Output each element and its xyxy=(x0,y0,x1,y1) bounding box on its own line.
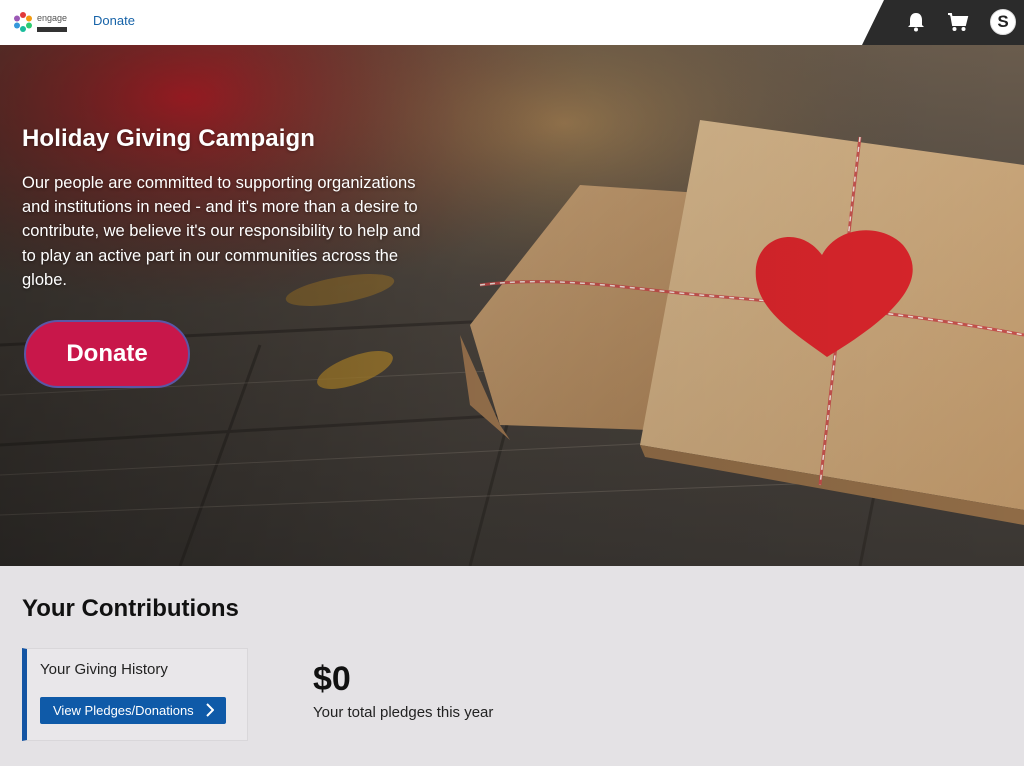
user-avatar[interactable]: S xyxy=(990,9,1016,35)
nav-donate-link[interactable]: Donate xyxy=(93,13,135,28)
hero-banner: Holiday Giving Campaign Our people are c… xyxy=(0,45,1024,566)
top-bar: engage Donate S xyxy=(0,0,1024,45)
bell-icon[interactable] xyxy=(904,10,928,34)
svg-text:engage: engage xyxy=(37,13,67,23)
chevron-right-icon xyxy=(206,703,214,717)
view-pledges-button[interactable]: View Pledges/Donations xyxy=(40,697,226,724)
hero-text-block: Holiday Giving Campaign Our people are c… xyxy=(22,125,422,292)
total-pledges-amount: $0 xyxy=(313,660,351,698)
total-pledges-label: Your total pledges this year xyxy=(313,704,494,721)
contributions-title: Your Contributions xyxy=(22,595,239,622)
giving-history-label: Your Giving History xyxy=(40,661,168,678)
hero-description: Our people are committed to supporting o… xyxy=(22,174,421,289)
giving-history-card: Your Giving History View Pledges/Donatio… xyxy=(22,648,248,741)
brand-logo[interactable]: engage xyxy=(12,7,72,37)
contributions-section: Your Contributions Your Giving History V… xyxy=(0,566,1024,766)
header-actions: S xyxy=(862,0,1024,45)
view-pledges-button-label: View Pledges/Donations xyxy=(53,703,194,718)
hero-background-image xyxy=(0,45,1024,566)
hero-donate-button[interactable]: Donate xyxy=(24,320,190,388)
hero-title: Holiday Giving Campaign xyxy=(22,125,316,152)
cart-icon[interactable] xyxy=(946,10,970,34)
